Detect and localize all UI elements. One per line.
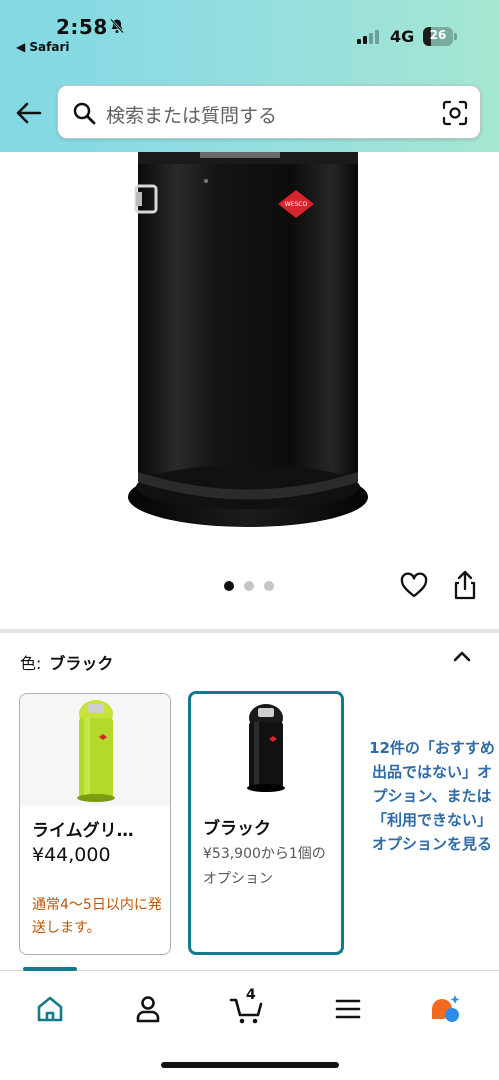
- assistant-icon[interactable]: [428, 991, 464, 1027]
- battery-indicator: 26: [423, 27, 457, 46]
- more-options-link[interactable]: 12件の「おすすめ出品ではない」オプション、または「利用できない」オプションを見…: [366, 736, 498, 856]
- camera-search-icon[interactable]: [442, 100, 468, 126]
- swatch-price: ¥44,000: [32, 844, 111, 866]
- black-can-thumbnail: [191, 694, 341, 806]
- active-tab-indicator: [23, 967, 77, 971]
- network-type: 4G: [390, 27, 415, 46]
- back-arrow-icon[interactable]: [14, 98, 44, 128]
- share-icon[interactable]: [452, 570, 478, 600]
- bell-slash-icon: [110, 18, 124, 34]
- search-placeholder: 検索または質問する: [106, 105, 278, 127]
- lime-can-thumbnail: [20, 694, 170, 806]
- signal-icon: [357, 30, 379, 44]
- search-icon: [73, 102, 96, 125]
- selected-color: ブラック: [49, 654, 114, 673]
- color-option-black[interactable]: ブラック ¥53,900から1個のオプション: [188, 691, 344, 955]
- search-input[interactable]: 検索または質問する: [57, 85, 481, 139]
- color-option-lime[interactable]: ライムグリ… ¥44,000 通常4～5日以内に発送します。: [19, 693, 171, 955]
- cart-count: 4: [246, 987, 256, 1003]
- menu-icon[interactable]: [330, 991, 366, 1027]
- account-icon[interactable]: [130, 991, 166, 1027]
- section-divider: [0, 629, 499, 633]
- color-key: 色:: [20, 654, 42, 673]
- product-image[interactable]: WESCO: [0, 152, 499, 552]
- swatch-name: ライムグリ…: [32, 821, 134, 841]
- home-indicator: [161, 1062, 339, 1068]
- trash-can-image: WESCO: [128, 152, 368, 527]
- image-carousel-dots[interactable]: [224, 581, 274, 591]
- back-to-safari-link[interactable]: ◀ Safari: [16, 40, 70, 54]
- shipping-note: 通常4～5日以内に発送します。: [32, 897, 162, 936]
- carousel-dot[interactable]: [264, 581, 274, 591]
- battery-level: 26: [429, 28, 447, 42]
- carousel-dot[interactable]: [224, 581, 234, 591]
- home-icon[interactable]: [32, 991, 68, 1027]
- color-variation-label: 色: ブラック: [20, 650, 113, 674]
- swatch-price: ¥53,900から1個のオプション: [203, 846, 326, 887]
- swatch-name: ブラック: [203, 819, 271, 839]
- status-time: 2:58: [56, 15, 108, 39]
- heart-icon[interactable]: [400, 572, 428, 600]
- svg-text:WESCO: WESCO: [285, 201, 308, 208]
- header-bar: 2:58 ◀ Safari 4G 26 検索または質問する: [0, 0, 499, 152]
- chevron-up-icon[interactable]: [452, 648, 472, 664]
- cart-button[interactable]: 4: [228, 987, 268, 1027]
- carousel-dot[interactable]: [244, 581, 254, 591]
- bottom-nav: 4: [0, 967, 499, 1080]
